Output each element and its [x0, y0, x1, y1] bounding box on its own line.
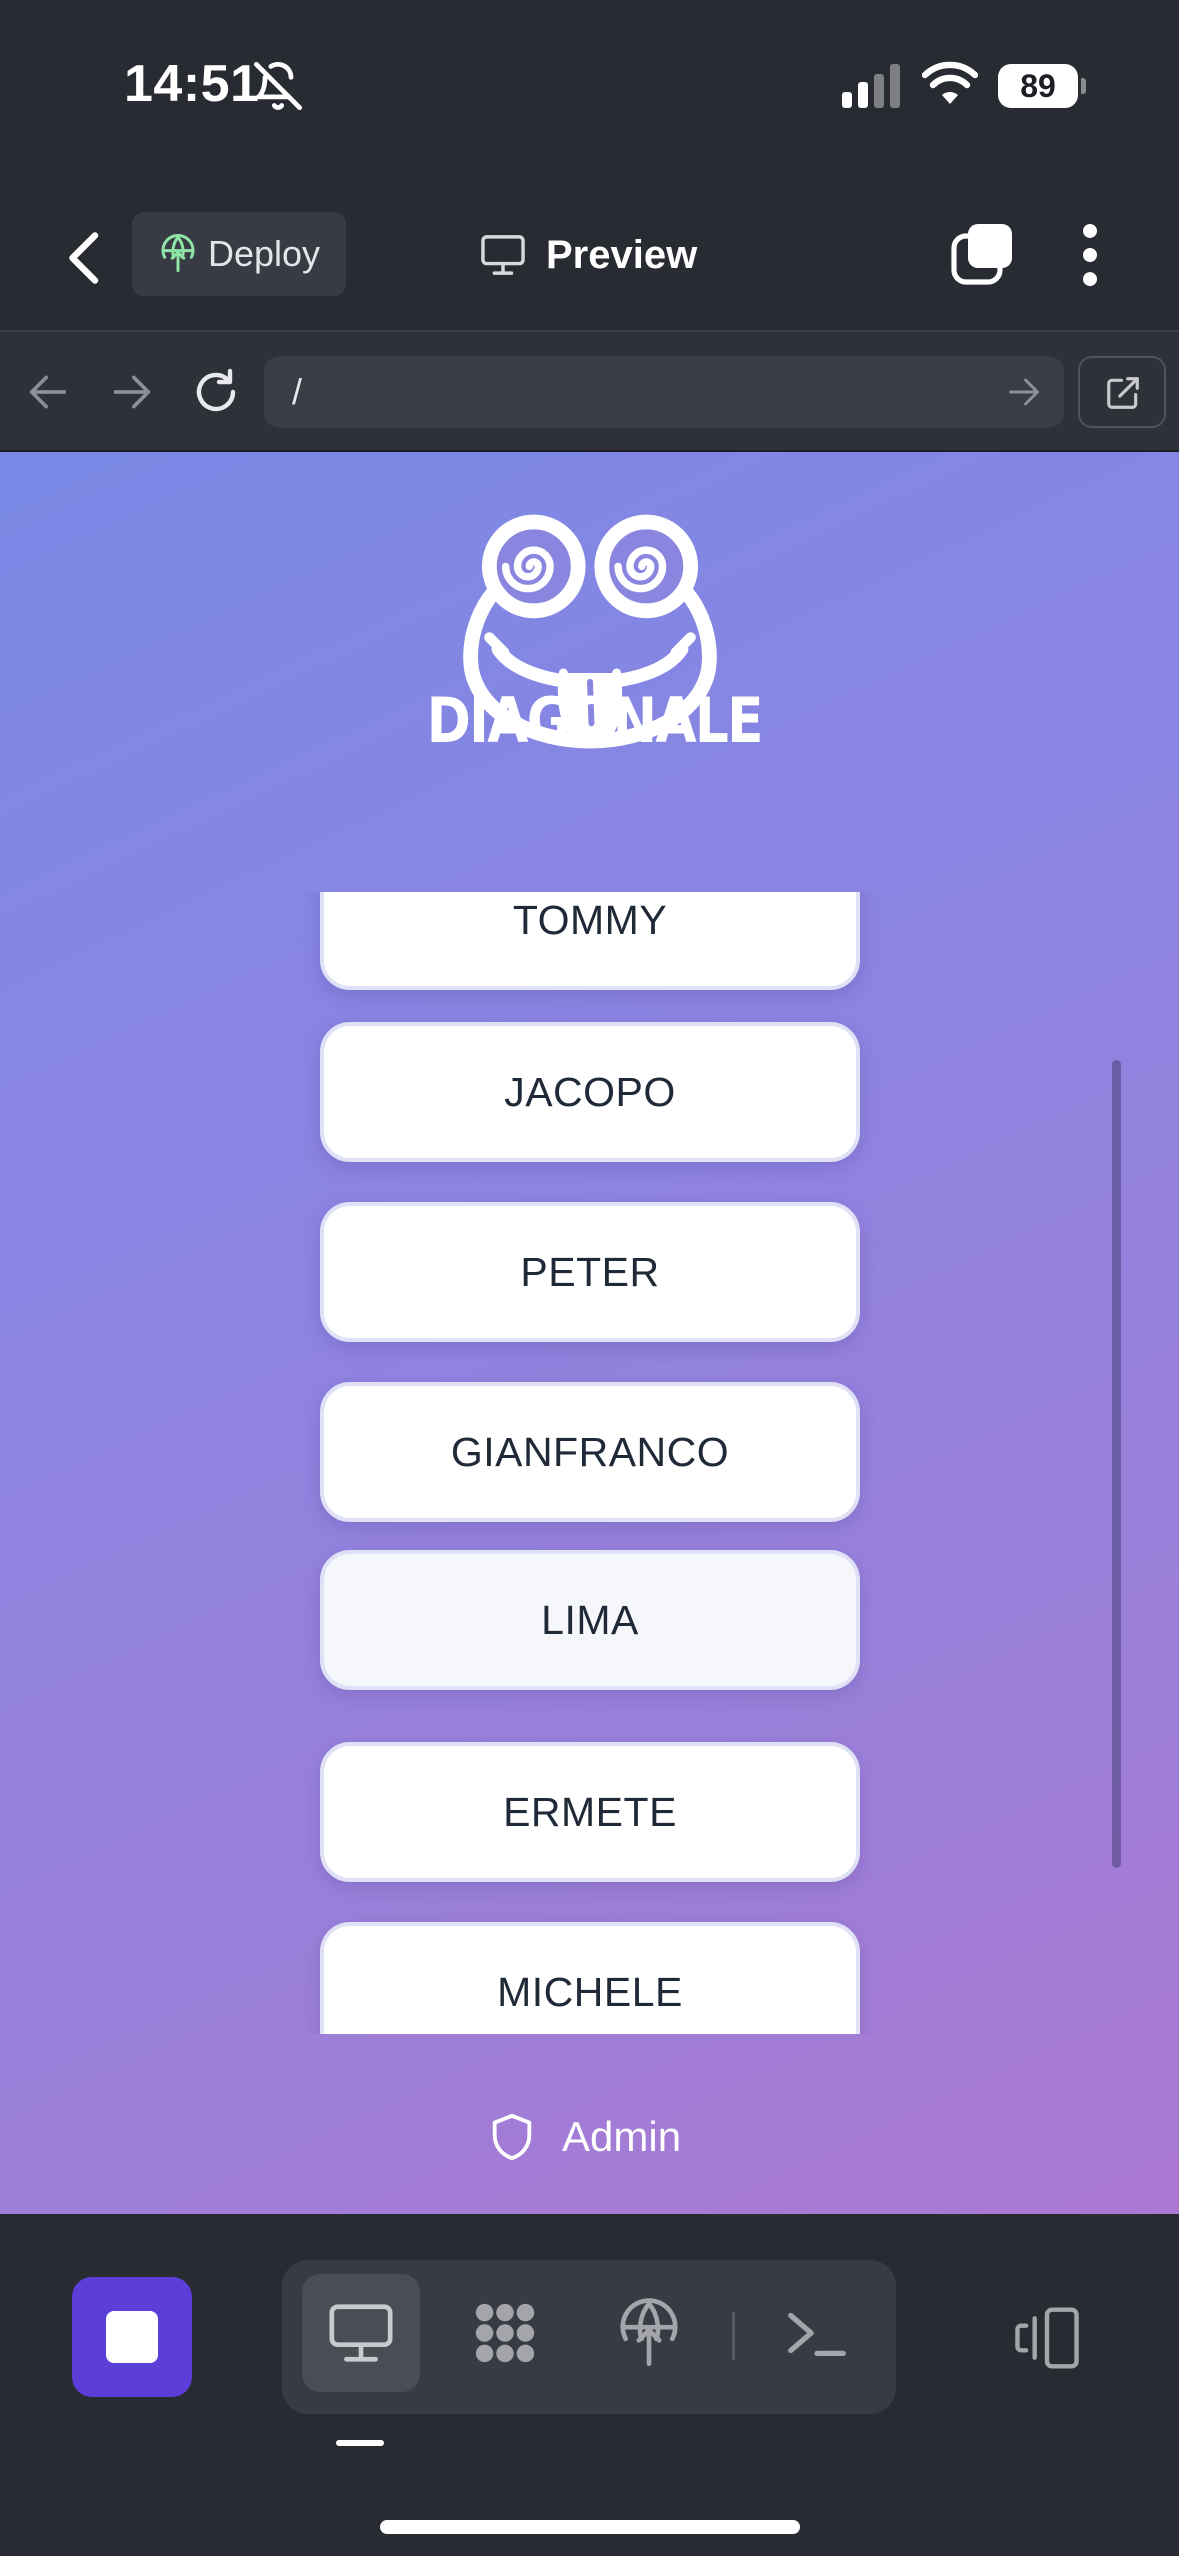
home-indicator — [380, 2520, 800, 2534]
terminal-icon — [788, 2312, 846, 2357]
name-button-lima[interactable]: LIMA — [320, 1550, 860, 1690]
status-bar: 14:51 89 — [0, 0, 1179, 170]
monitor-icon — [329, 2304, 393, 2362]
reload-icon[interactable] — [192, 368, 240, 416]
deploy-label: Deploy — [208, 233, 321, 274]
arrow-left-icon[interactable] — [26, 372, 70, 412]
open-external-icon — [1107, 377, 1139, 409]
tool-preview-button[interactable] — [302, 2274, 420, 2392]
tabs-icon[interactable] — [950, 222, 1014, 286]
brand-logo-text: DIAGONALE — [426, 684, 764, 757]
bell-slash-icon — [253, 61, 303, 111]
device-toggle-icon[interactable] — [1012, 2306, 1082, 2370]
name-button-peter[interactable]: PETER — [320, 1202, 860, 1342]
active-tab-indicator — [336, 2440, 384, 2446]
tool-deploy-button[interactable] — [590, 2274, 708, 2392]
tool-shell-button[interactable] — [758, 2274, 876, 2392]
admin-label: Admin — [562, 2113, 682, 2160]
go-icon[interactable] — [1006, 374, 1042, 410]
tool-workflows-button[interactable] — [446, 2274, 564, 2392]
bottom-toolbar — [0, 2214, 1179, 2556]
web-preview: DIAGONALE TOMMY JACOPO PETER GIANFRANCO … — [0, 452, 1179, 2214]
tool-group — [282, 2260, 896, 2414]
name-button-tommy[interactable]: TOMMY — [320, 892, 860, 990]
deploy-button[interactable]: Deploy — [132, 212, 346, 296]
arrow-right-icon[interactable] — [110, 372, 154, 412]
status-time: 14:51 — [124, 55, 260, 113]
name-button-jacopo[interactable]: JACOPO — [320, 1022, 860, 1162]
wifi-icon — [922, 61, 978, 104]
globe-icon — [161, 234, 195, 273]
scrollbar[interactable] — [1112, 1060, 1121, 1868]
shield-icon — [492, 2113, 532, 2161]
browser-bar: / — [0, 330, 1179, 452]
names-list[interactable]: TOMMY JACOPO PETER GIANFRANCO LIMA ERMET… — [300, 892, 880, 2034]
name-button-michele[interactable]: MICHELE — [320, 1922, 860, 2034]
toolbar-divider — [732, 2312, 735, 2360]
preview-label: Preview — [546, 233, 698, 277]
stop-button[interactable] — [72, 2277, 192, 2397]
more-icon[interactable] — [1070, 220, 1110, 290]
back-icon[interactable] — [60, 228, 110, 288]
url-value: / — [292, 371, 303, 412]
monitor-icon — [481, 235, 525, 275]
open-external-button[interactable] — [1078, 356, 1166, 428]
signal-icon — [842, 64, 900, 108]
url-input[interactable]: / — [264, 356, 1064, 428]
deploy-icon — [620, 2298, 678, 2366]
battery-indicator: 89 — [998, 64, 1086, 108]
grid-icon — [475, 2303, 535, 2363]
name-button-ermete[interactable]: ERMETE — [320, 1742, 860, 1882]
app-header: Deploy Preview — [0, 170, 1179, 330]
name-button-gianfranco[interactable]: GIANFRANCO — [320, 1382, 860, 1522]
